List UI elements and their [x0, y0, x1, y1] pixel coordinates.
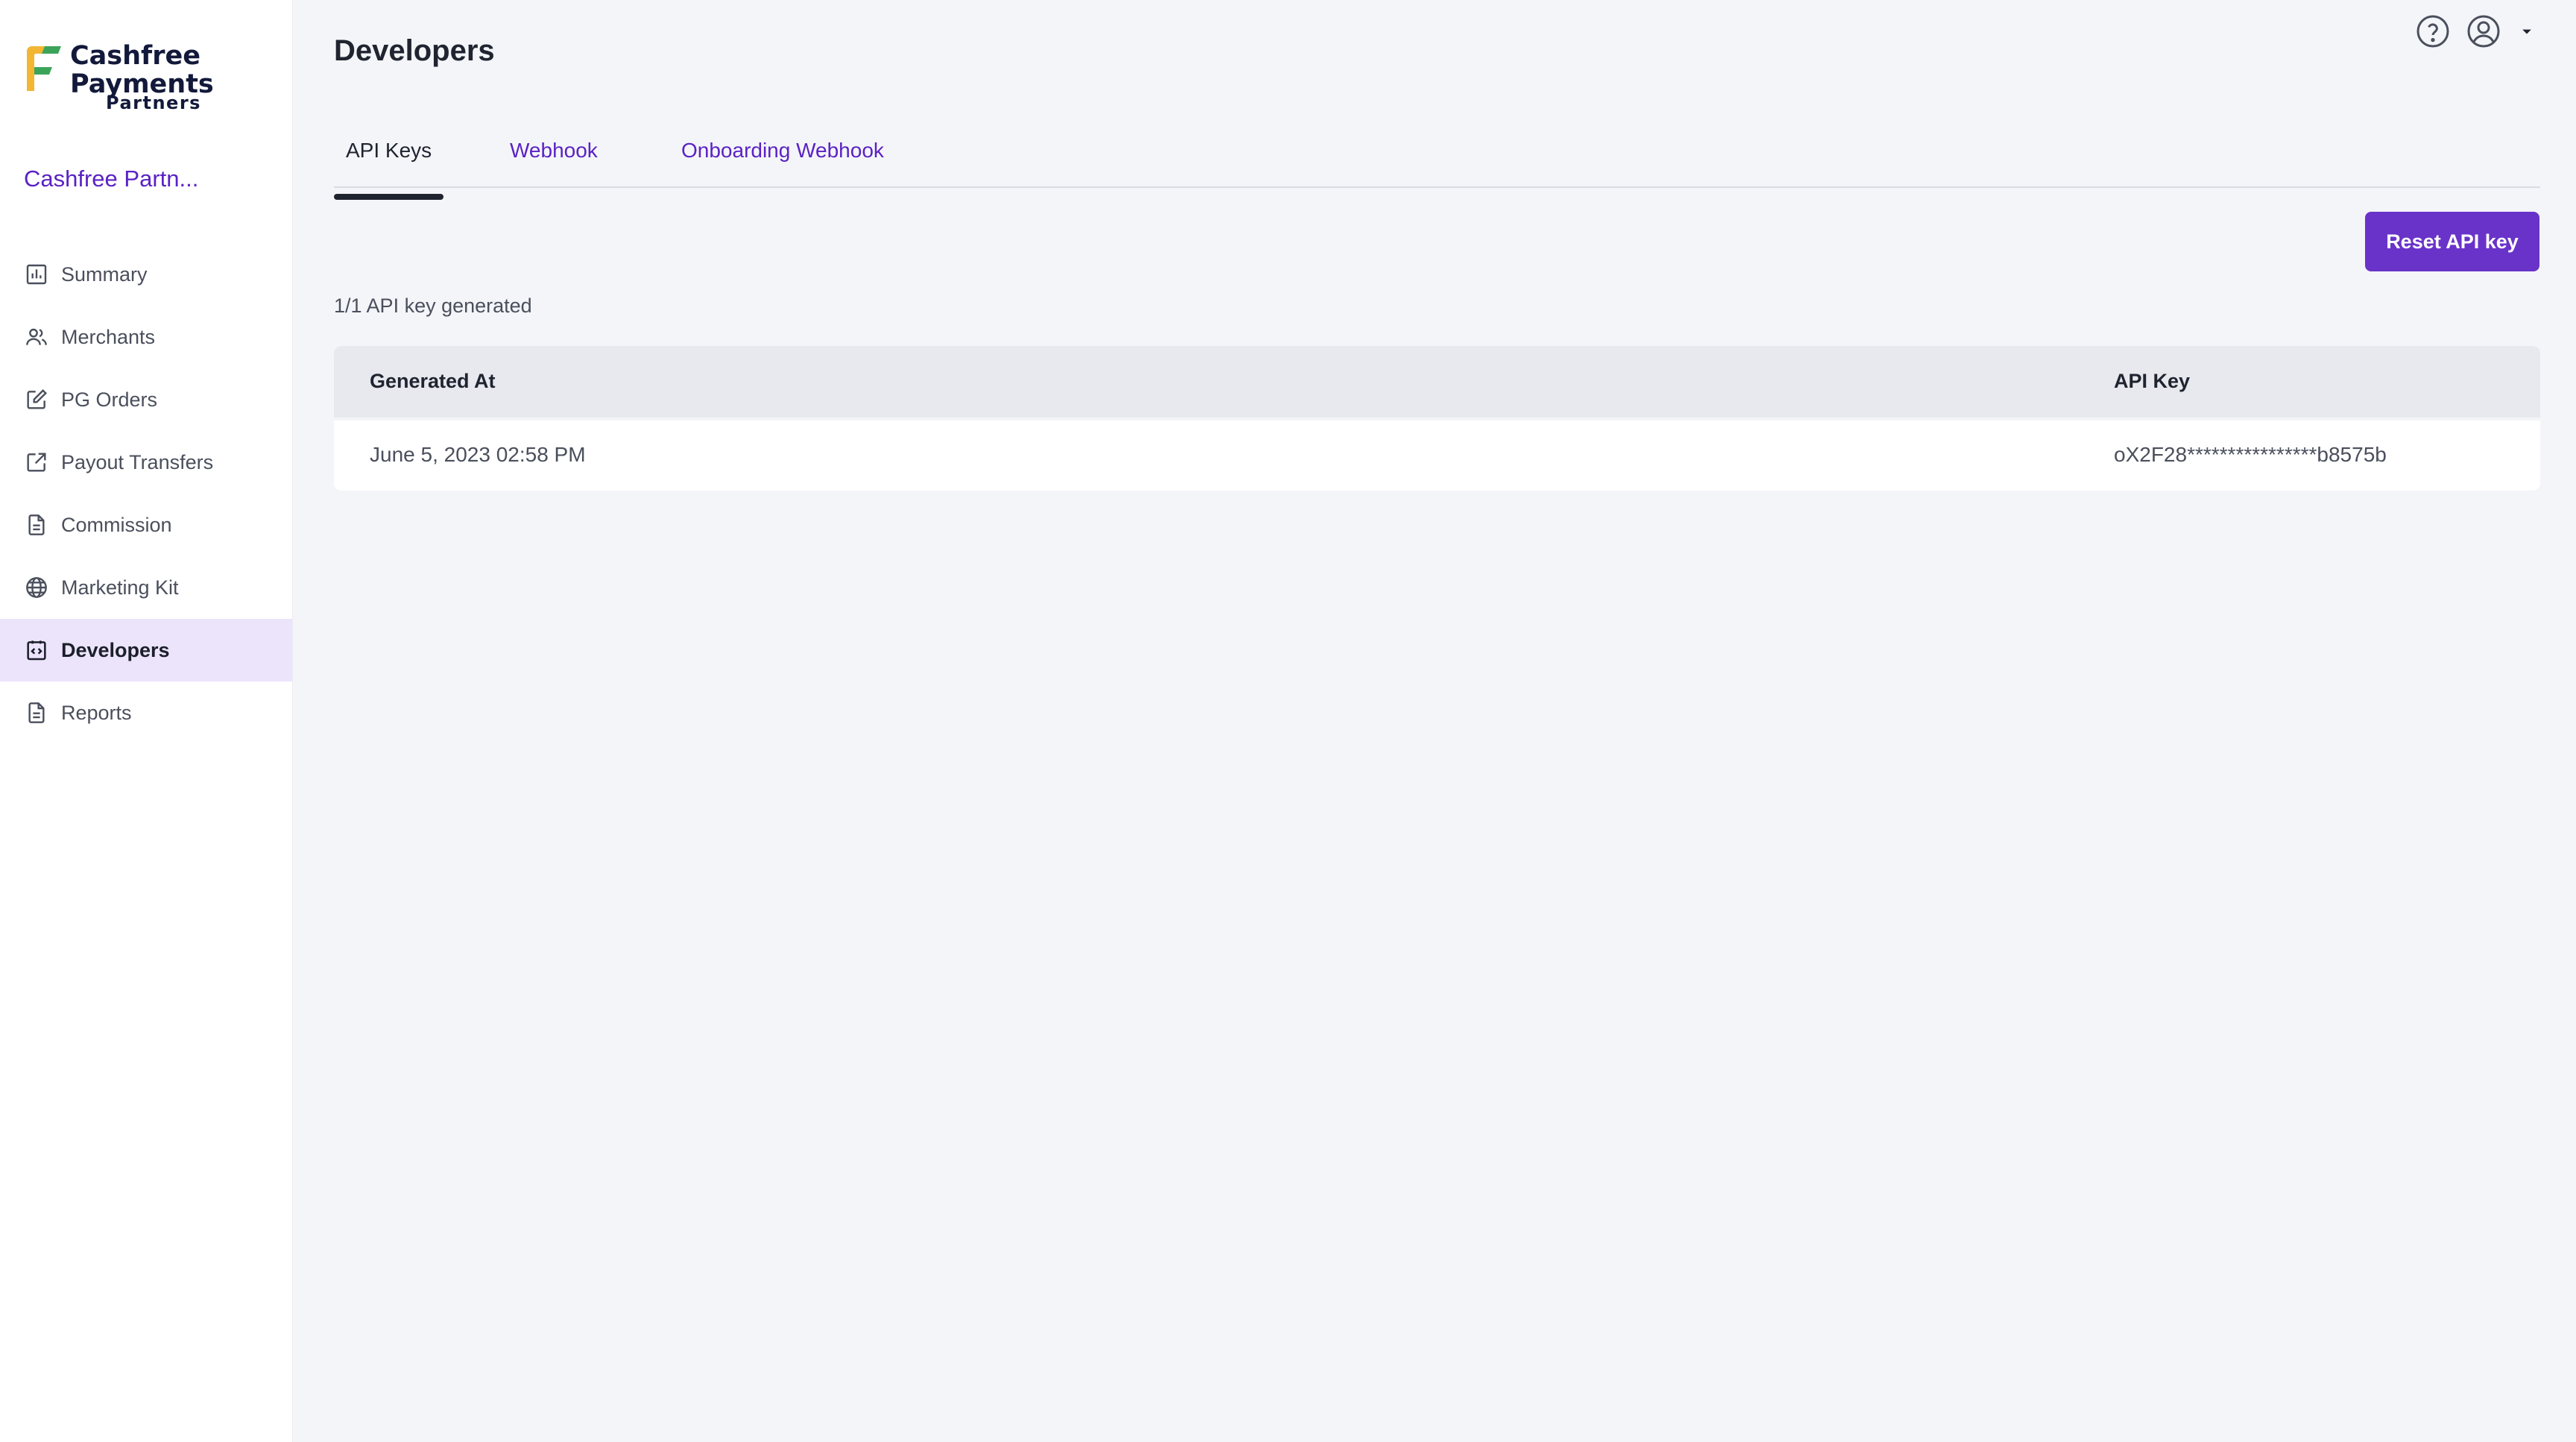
reset-api-key-button[interactable]: Reset API key	[2365, 212, 2539, 271]
globe-icon	[24, 575, 49, 600]
account-name[interactable]: Cashfree Partn...	[24, 166, 198, 192]
tab-webhook[interactable]: Webhook	[498, 139, 610, 185]
sidebar-item-marketing-kit[interactable]: Marketing Kit	[0, 556, 292, 619]
caret-down-icon[interactable]	[2516, 21, 2537, 45]
users-icon	[24, 324, 49, 350]
page-title: Developers	[334, 34, 495, 67]
column-header-api-key: API Key	[2114, 370, 2191, 392]
sidebar-item-merchants[interactable]: Merchants	[0, 306, 292, 368]
sidebar-item-label: Merchants	[61, 325, 156, 348]
sidebar-item-summary[interactable]: Summary	[0, 243, 292, 306]
api-keys-table: Generated At API Key June 5, 2023 02:58 …	[334, 346, 2540, 491]
sidebar-item-label: Reports	[61, 701, 132, 724]
sidebar-item-developers[interactable]: Developers	[0, 619, 292, 681]
sidebar: Cashfree Payments Partners Cashfree Part…	[0, 0, 293, 1442]
tab-api-keys[interactable]: API Keys	[334, 139, 444, 200]
sidebar-item-label: Commission	[61, 513, 172, 536]
cashfree-logo-mark-icon	[27, 46, 61, 91]
tab-onboarding-webhook[interactable]: Onboarding Webhook	[669, 139, 896, 185]
table-header: Generated At API Key	[334, 346, 2540, 418]
sidebar-item-label: Payout Transfers	[61, 450, 214, 473]
api-key-count: 1/1 API key generated	[334, 295, 532, 317]
column-header-generated-at: Generated At	[370, 370, 496, 392]
document-icon	[24, 512, 49, 538]
edit-square-icon	[24, 387, 49, 412]
cashfree-logo[interactable]: Cashfree Payments Partners	[22, 42, 214, 116]
sidebar-item-label: PG Orders	[61, 388, 158, 411]
code-square-icon	[24, 637, 49, 663]
sidebar-item-label: Developers	[61, 638, 170, 661]
sidebar-item-label: Summary	[61, 262, 148, 286]
brand-sub: Partners	[106, 92, 201, 113]
generated-at-cell: June 5, 2023 02:58 PM	[370, 443, 586, 466]
user-circle-icon[interactable]	[2466, 13, 2501, 53]
sidebar-item-pg-orders[interactable]: PG Orders	[0, 368, 292, 431]
tab-bar: API Keys Webhook Onboarding Webhook	[334, 128, 2540, 200]
bar-chart-icon	[24, 262, 49, 287]
brand-name: Cashfree Payments	[70, 42, 214, 98]
sidebar-item-label: Marketing Kit	[61, 576, 179, 599]
brand-line1: Cashfree	[70, 41, 201, 71]
api-key-cell[interactable]: oX2F28****************b8575b	[2114, 443, 2387, 467]
sidebar-item-reports[interactable]: Reports	[0, 681, 292, 744]
document-icon	[24, 700, 49, 725]
header-actions	[2415, 13, 2537, 53]
sidebar-nav: Summary Merchants PG Orders Payout Trans…	[0, 243, 292, 744]
external-link-square-icon	[24, 450, 49, 475]
table-row: June 5, 2023 02:58 PM oX2F28************…	[334, 421, 2540, 491]
help-circle-icon[interactable]	[2415, 13, 2451, 53]
sidebar-item-payout-transfers[interactable]: Payout Transfers	[0, 431, 292, 494]
sidebar-item-commission[interactable]: Commission	[0, 494, 292, 556]
